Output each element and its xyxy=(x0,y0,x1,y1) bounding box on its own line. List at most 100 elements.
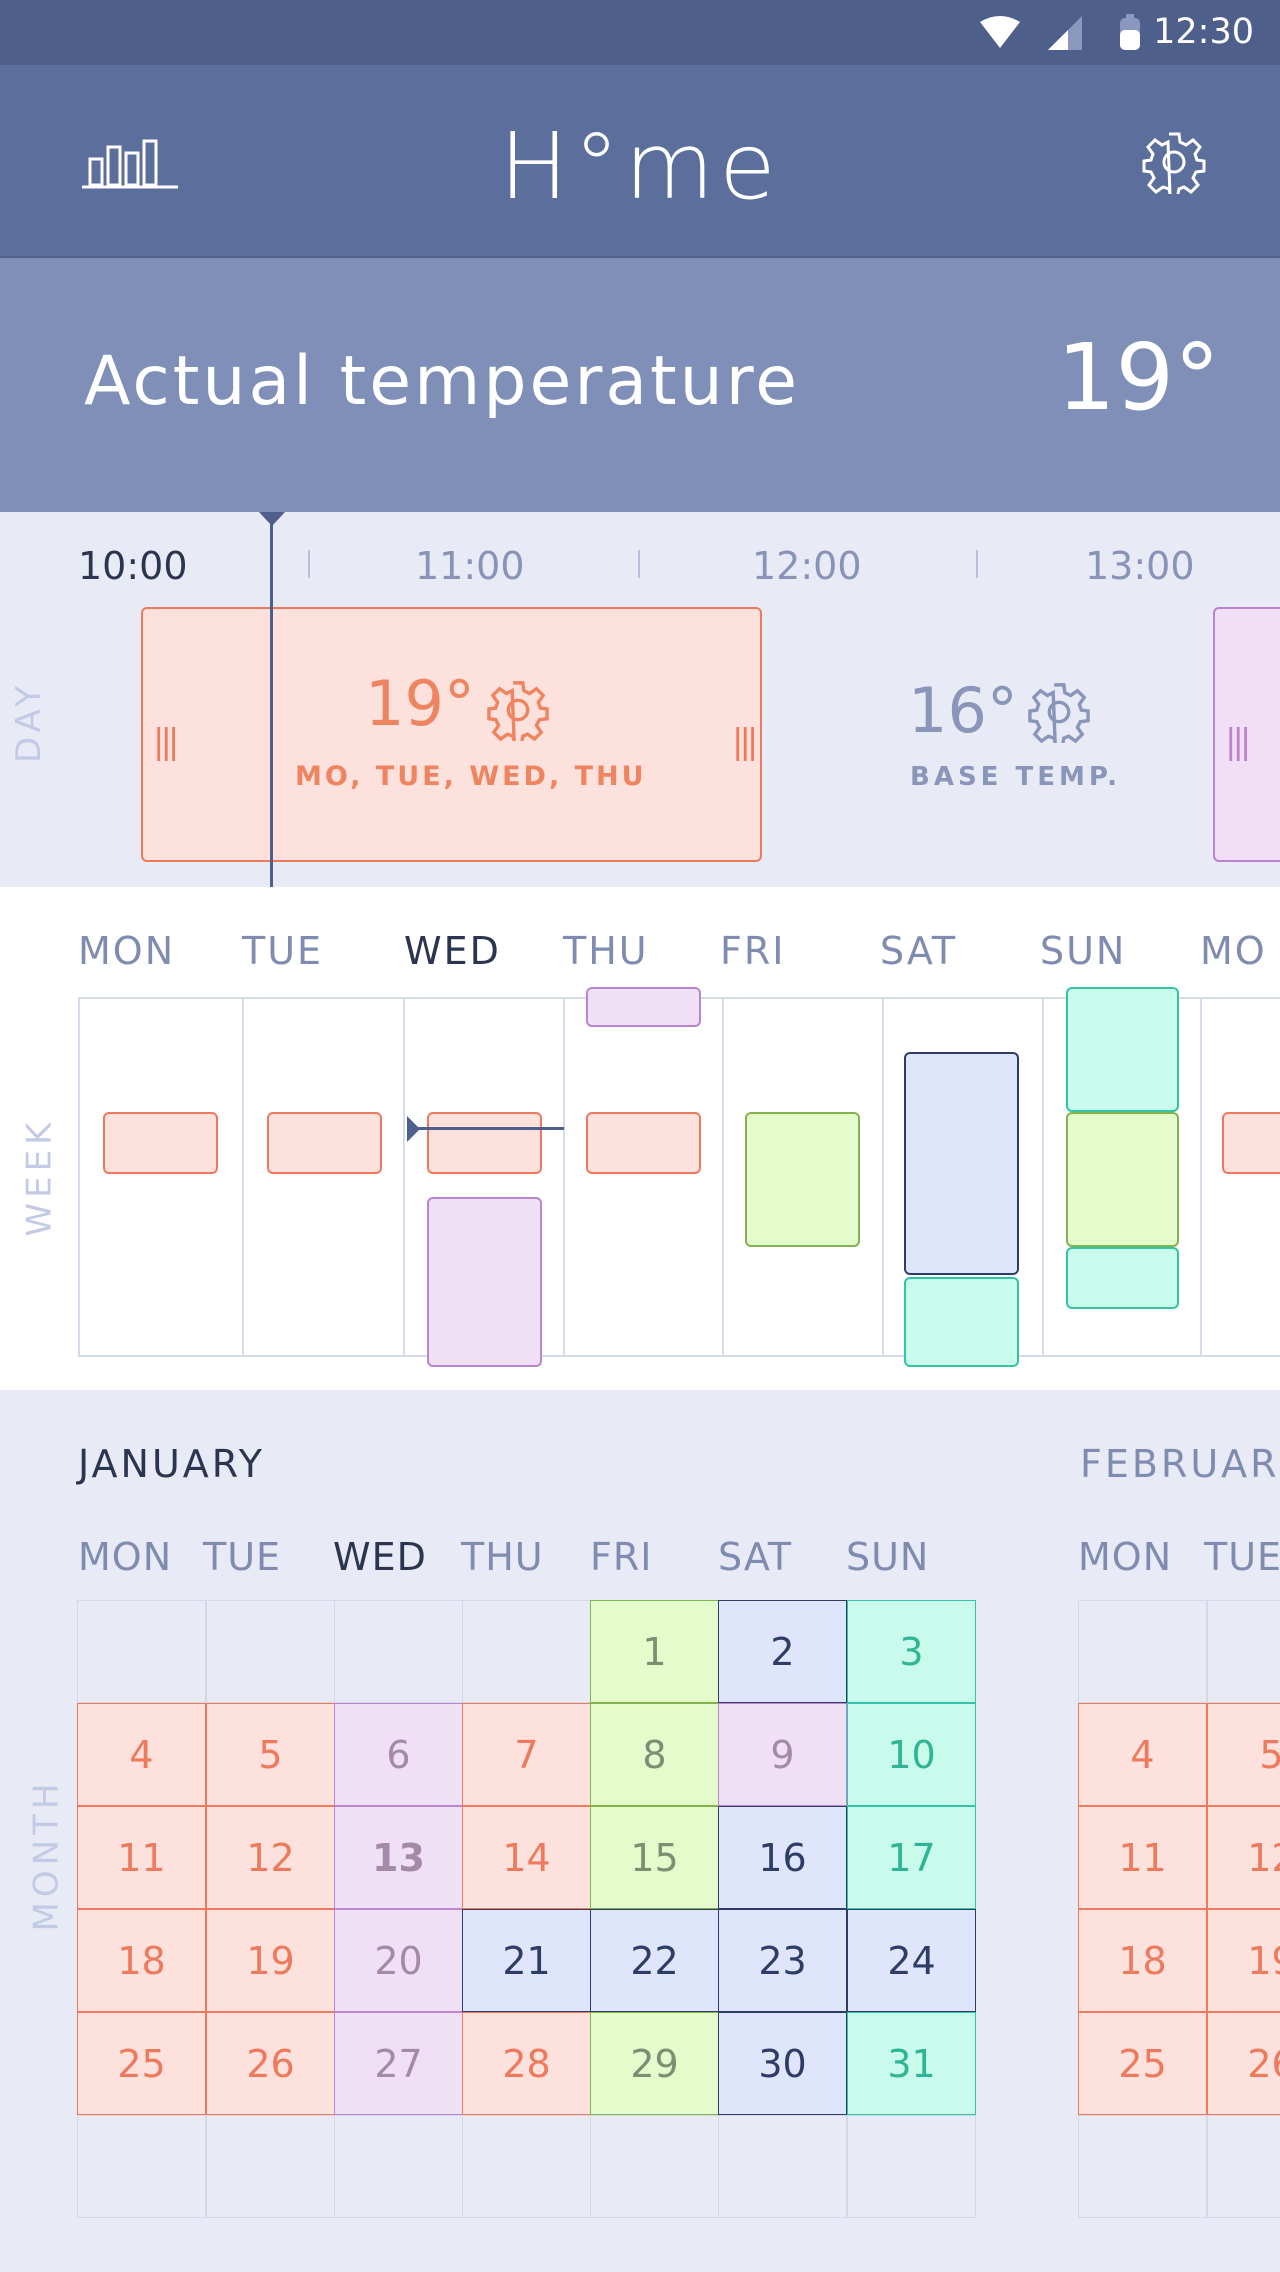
month-weekday-header: MON xyxy=(1078,1535,1173,1579)
calendar-day[interactable]: 2 xyxy=(718,1600,847,1703)
calendar-day[interactable]: 1 xyxy=(590,1600,719,1703)
week-schedule-block[interactable] xyxy=(1066,987,1179,1112)
week-schedule-block[interactable] xyxy=(103,1112,218,1174)
calendar-day[interactable]: 11 xyxy=(77,1806,206,1909)
week-schedule-block[interactable] xyxy=(1222,1112,1280,1174)
calendar-day[interactable]: 21 xyxy=(462,1909,591,2012)
schedule-block-next[interactable]: ||| xyxy=(1213,607,1280,862)
calendar-day[interactable]: 3 xyxy=(847,1600,976,1703)
current-time-marker xyxy=(407,1116,420,1142)
week-schedule-block[interactable] xyxy=(904,1277,1019,1367)
calendar-day[interactable]: 18 xyxy=(1078,1909,1207,2012)
day-timeline[interactable]: DAY 10:00 11:00 12:00 13:00 ||| 19° MO, … xyxy=(0,512,1280,887)
drag-handle-left-icon[interactable]: ||| xyxy=(1225,722,1251,762)
week-day-header: THU xyxy=(563,929,649,973)
calendar-day-empty xyxy=(1078,1600,1207,1703)
calendar-day[interactable]: 22 xyxy=(590,1909,719,2012)
actual-temperature-label: Actual temperature xyxy=(84,342,801,421)
calendar-day[interactable]: 4 xyxy=(77,1703,206,1806)
calendar-day[interactable]: 17 xyxy=(847,1806,976,1909)
calendar-day[interactable]: 12 xyxy=(206,1806,335,1909)
calendar-day[interactable]: 5 xyxy=(1207,1703,1280,1806)
calendar-day[interactable]: 7 xyxy=(462,1703,591,1806)
calendar-day[interactable]: 12 xyxy=(1207,1806,1280,1909)
calendar-day[interactable]: 31 xyxy=(847,2012,976,2115)
hour-label: 10:00 xyxy=(78,544,188,588)
calendar-day[interactable]: 26 xyxy=(1207,2012,1280,2115)
status-bar: 12:30 xyxy=(0,0,1280,65)
calendar-day-empty xyxy=(334,1600,463,1703)
hour-label: 12:00 xyxy=(752,544,862,588)
calendar-day-empty xyxy=(462,2115,591,2218)
calendar-day[interactable]: 25 xyxy=(77,2012,206,2115)
calendar-day[interactable]: 8 xyxy=(590,1703,719,1806)
week-schedule-block[interactable] xyxy=(586,1112,701,1174)
week-schedule-block[interactable] xyxy=(1066,1112,1179,1247)
month-weekday-header: SUN xyxy=(846,1535,930,1579)
calendar-day[interactable]: 19 xyxy=(1207,1909,1280,2012)
day-side-label: DAY xyxy=(8,681,49,763)
month-weekday-header: MON xyxy=(78,1535,173,1579)
drag-handle-right-icon[interactable]: ||| xyxy=(732,722,758,762)
week-schedule-block[interactable] xyxy=(427,1112,542,1174)
calendar-day[interactable]: 11 xyxy=(1078,1806,1207,1909)
calendar-day[interactable]: 24 xyxy=(847,1909,976,2012)
calendar-day[interactable]: 20 xyxy=(334,1909,463,2012)
calendar-day[interactable]: 14 xyxy=(462,1806,591,1909)
grid-line xyxy=(563,997,565,1357)
tick-mark xyxy=(638,550,640,578)
calendar-day-today[interactable]: 13 xyxy=(334,1806,463,1909)
week-schedule-block[interactable] xyxy=(745,1112,860,1247)
calendar-day-empty xyxy=(1207,2115,1280,2218)
calendar-day-empty xyxy=(462,1600,591,1703)
month-weekday-header: THU xyxy=(461,1535,544,1579)
grid-line xyxy=(1200,997,1202,1357)
week-day-header: MON xyxy=(78,929,176,973)
gear-icon[interactable] xyxy=(487,679,549,741)
tick-mark xyxy=(308,550,310,578)
app-bar: H°me xyxy=(0,65,1280,258)
calendar-day[interactable]: 6 xyxy=(334,1703,463,1806)
gear-icon[interactable] xyxy=(1142,130,1206,194)
week-schedule-block[interactable] xyxy=(427,1197,542,1367)
calendar-day[interactable]: 15 xyxy=(590,1806,719,1909)
gear-icon[interactable] xyxy=(1028,681,1090,743)
schedule-block-active[interactable]: ||| 19° MO, TUE, WED, THU ||| xyxy=(141,607,762,862)
calendar-day[interactable]: 30 xyxy=(718,2012,847,2115)
month-view[interactable]: MONTH JANUARY FEBRUAR MON TUE WED THU FR… xyxy=(0,1390,1280,2272)
week-schedule-block[interactable] xyxy=(904,1052,1019,1275)
week-view[interactable]: WEEK MON TUE WED THU FRI SAT SUN MO xyxy=(0,887,1280,1390)
calendar-day[interactable]: 27 xyxy=(334,2012,463,2115)
grid-line xyxy=(242,997,244,1357)
calendar-day-empty xyxy=(77,1600,206,1703)
grid-line xyxy=(403,997,405,1357)
grid-line xyxy=(1042,997,1044,1357)
calendar-day-empty xyxy=(206,2115,335,2218)
month-weekday-header: TUE xyxy=(1204,1535,1280,1579)
calendar-day[interactable]: 9 xyxy=(718,1703,847,1806)
status-time: 12:30 xyxy=(1153,12,1254,52)
calendar-day[interactable]: 18 xyxy=(77,1909,206,2012)
calendar-day-empty xyxy=(334,2115,463,2218)
calendar-day[interactable]: 26 xyxy=(206,2012,335,2115)
week-schedule-block[interactable] xyxy=(267,1112,382,1174)
calendar-day[interactable]: 19 xyxy=(206,1909,335,2012)
week-schedule-block[interactable] xyxy=(1066,1247,1179,1309)
calendar-day[interactable]: 16 xyxy=(718,1806,847,1909)
calendar-day[interactable]: 4 xyxy=(1078,1703,1207,1806)
calendar-day[interactable]: 23 xyxy=(718,1909,847,2012)
current-time-indicator[interactable] xyxy=(270,512,273,887)
drag-handle-left-icon[interactable]: ||| xyxy=(153,722,179,762)
calendar-day-empty xyxy=(1207,1600,1280,1703)
calendar-day[interactable]: 29 xyxy=(590,2012,719,2115)
current-time-marker xyxy=(259,512,285,526)
calendar-day[interactable]: 5 xyxy=(206,1703,335,1806)
week-schedule-block[interactable] xyxy=(586,987,701,1027)
calendar-day[interactable]: 10 xyxy=(847,1703,976,1806)
actual-temperature-panel: Actual temperature 19° xyxy=(0,258,1280,512)
week-day-header: MO xyxy=(1200,929,1267,973)
week-day-header: FRI xyxy=(720,929,786,973)
calendar-day[interactable]: 28 xyxy=(462,2012,591,2115)
calendar-day[interactable]: 25 xyxy=(1078,2012,1207,2115)
week-day-header: TUE xyxy=(242,929,324,973)
